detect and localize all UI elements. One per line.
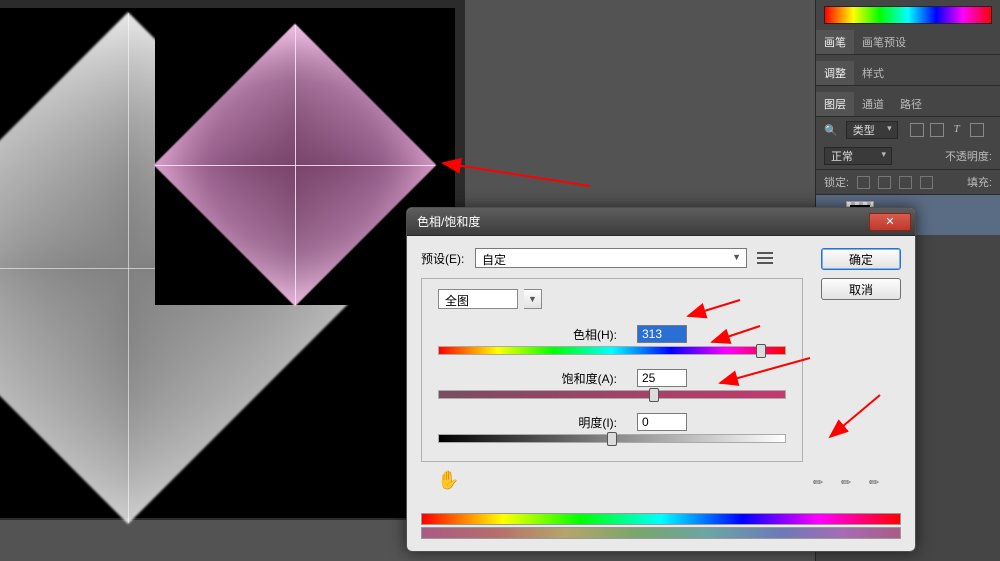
color-spectrum-strip[interactable]	[824, 6, 992, 24]
opacity-label: 不透明度:	[945, 148, 992, 164]
tab-styles[interactable]: 样式	[854, 61, 892, 85]
lightness-slider-knob[interactable]	[607, 432, 617, 446]
layer-panel-tabs: 图层 通道 路径	[816, 92, 1000, 117]
hue-comparison-bars	[421, 513, 901, 539]
blend-mode-dropdown[interactable]: 正常	[824, 147, 892, 165]
adjust-panel-tabs: 调整 样式	[816, 61, 1000, 86]
purple-diamond-layer	[155, 25, 435, 305]
lock-transparent-icon[interactable]	[857, 176, 870, 189]
magnify-icon: 🔍	[824, 124, 838, 137]
blend-opacity-row: 正常 不透明度:	[816, 143, 1000, 169]
hue-slider-knob[interactable]	[756, 344, 766, 358]
cancel-button[interactable]: 取消	[821, 278, 901, 300]
lightness-label: 明度(I):	[537, 414, 617, 431]
lock-label: 锁定:	[824, 174, 849, 190]
channel-dropdown[interactable]: 全图	[438, 289, 518, 309]
hue-bar-after[interactable]	[421, 527, 901, 539]
tab-adjustments[interactable]: 调整	[816, 61, 854, 85]
sliders-group: 全图 ▼ 色相(H): 313 饱和度(A): 25	[421, 278, 803, 462]
tab-brush[interactable]: 画笔	[816, 30, 854, 54]
scrubby-hand-icon[interactable]: ✋	[437, 470, 459, 491]
hue-saturation-dialog: 色相/饱和度 ✕ 预设(E): 自定 确定 取消 全图 ▼ 色相(H): 313	[406, 207, 916, 552]
eyedropper-icon[interactable]: ✎	[810, 469, 833, 492]
lock-pixels-icon[interactable]	[878, 176, 891, 189]
lock-fill-row: 锁定: 填充:	[816, 169, 1000, 195]
filter-pixel-icon[interactable]	[910, 123, 924, 137]
tab-layers[interactable]: 图层	[816, 92, 854, 116]
hue-value-input[interactable]: 313	[637, 325, 687, 343]
lock-all-icon[interactable]	[920, 176, 933, 189]
filter-shape-icon[interactable]	[970, 123, 984, 137]
saturation-slider-knob[interactable]	[649, 388, 659, 402]
hue-slider[interactable]	[438, 346, 786, 355]
filter-type-icon[interactable]: T	[950, 123, 964, 137]
preset-options-icon[interactable]	[757, 252, 773, 264]
lightness-slider[interactable]	[438, 434, 786, 443]
hue-label: 色相(H):	[537, 326, 617, 343]
eyedropper-subtract-icon[interactable]: ✎	[866, 469, 889, 492]
close-icon: ✕	[885, 215, 894, 228]
saturation-slider[interactable]	[438, 390, 786, 399]
preset-dropdown[interactable]: 自定	[475, 248, 747, 268]
fill-label: 填充:	[967, 174, 992, 190]
lightness-value-input[interactable]: 0	[637, 413, 687, 431]
brush-panel-tabs: 画笔 画笔预设	[816, 30, 1000, 55]
tab-brush-presets[interactable]: 画笔预设	[854, 30, 914, 54]
saturation-label: 饱和度(A):	[537, 370, 617, 387]
hue-bar-before[interactable]	[421, 513, 901, 525]
tab-channels[interactable]: 通道	[854, 92, 892, 116]
ok-button[interactable]: 确定	[821, 248, 901, 270]
filter-adjust-icon[interactable]	[930, 123, 944, 137]
layer-filter-row: 🔍 类型 T	[816, 117, 1000, 143]
preset-label: 预设(E):	[421, 250, 475, 267]
dialog-close-button[interactable]: ✕	[869, 213, 911, 231]
document-canvas[interactable]	[0, 0, 465, 520]
eyedropper-add-icon[interactable]: ✎	[838, 469, 861, 492]
tab-paths[interactable]: 路径	[892, 92, 930, 116]
saturation-value-input[interactable]: 25	[637, 369, 687, 387]
dialog-titlebar[interactable]: 色相/饱和度 ✕	[407, 208, 915, 236]
dialog-title-text: 色相/饱和度	[417, 213, 480, 230]
channel-dropdown-button[interactable]: ▼	[524, 289, 542, 309]
lock-position-icon[interactable]	[899, 176, 912, 189]
layer-type-filter[interactable]: 类型	[846, 121, 898, 139]
